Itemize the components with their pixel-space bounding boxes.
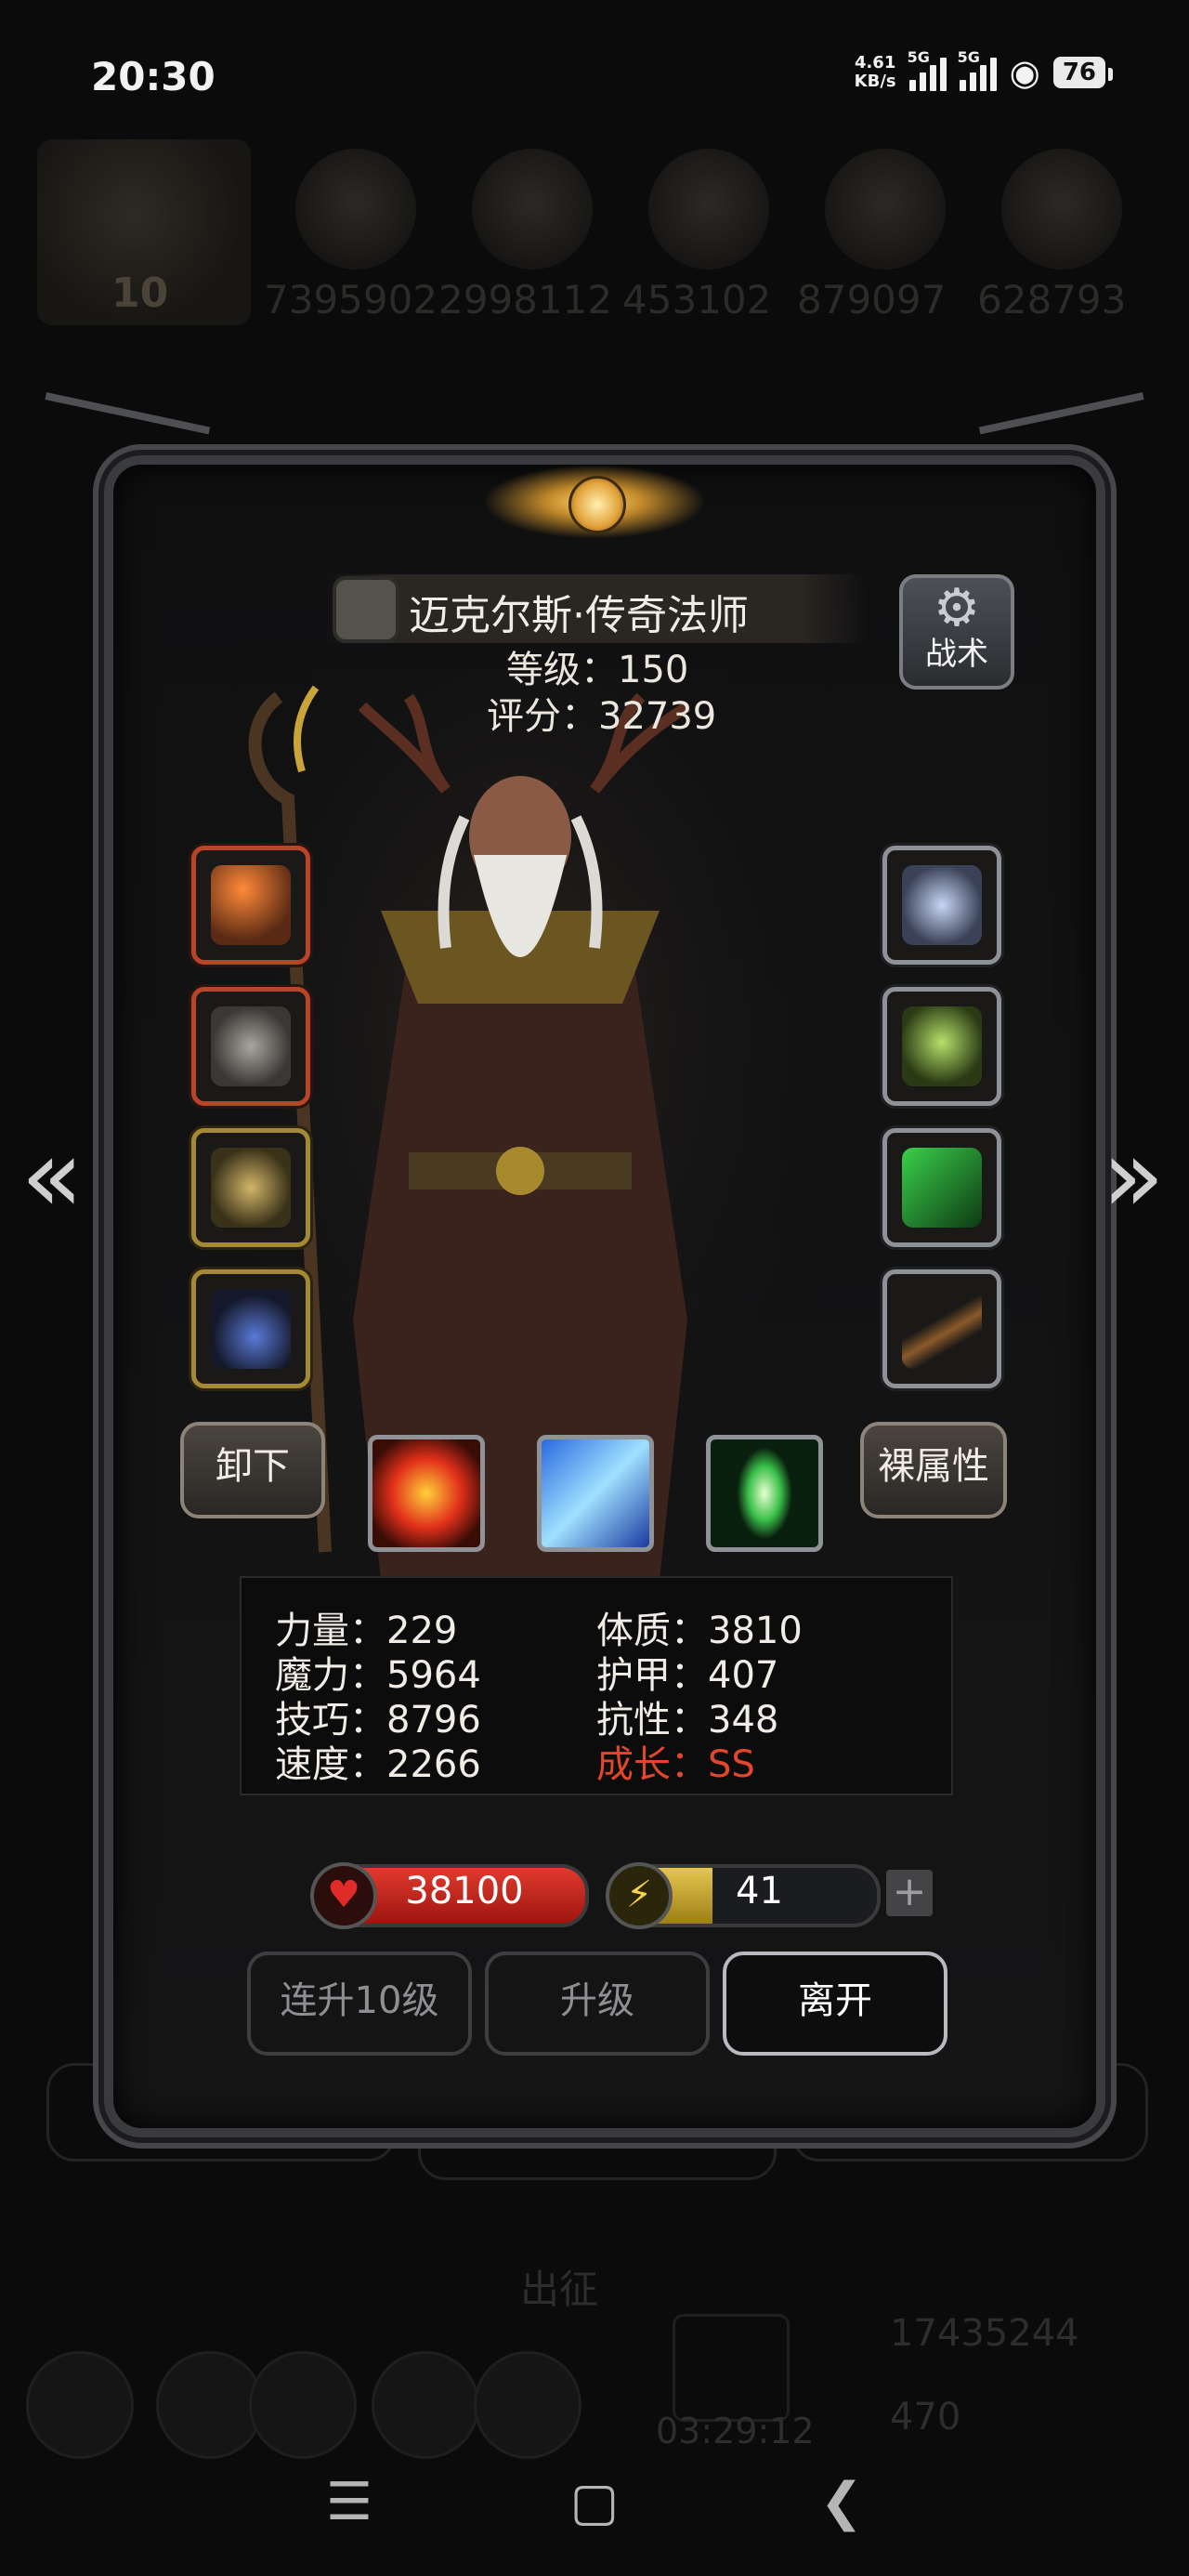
equip-slot-book[interactable] — [882, 1128, 1001, 1247]
frost-skill-icon[interactable] — [537, 1435, 654, 1552]
ring-icon — [902, 865, 982, 945]
cell-signal-icon-2: 5G — [958, 48, 997, 91]
armor-icon — [211, 1006, 291, 1086]
emblem-star-icon — [568, 476, 626, 533]
heart-icon: ♥ — [310, 1862, 377, 1929]
resource-value: 453102 — [622, 277, 772, 322]
menu-icon — [372, 2351, 479, 2459]
hero-rank-badge-icon — [333, 576, 399, 643]
level-up-10-button[interactable]: 连升10级 — [247, 1952, 472, 2056]
nature-skill-icon[interactable] — [706, 1435, 823, 1552]
menu-icon — [156, 2351, 264, 2459]
resource-icon — [472, 149, 593, 269]
hero-name: 迈克尔斯·传奇法师 — [409, 592, 749, 639]
background-resource-bar: 10 7395902 2998112 453102 879097 628793 — [19, 130, 1170, 335]
leave-button[interactable]: 离开 — [723, 1952, 947, 2056]
previous-hero-arrow-icon[interactable]: « — [15, 1115, 89, 1236]
back-nav-icon[interactable]: ❮ — [795, 2472, 888, 2532]
gold-amount: 17435244 — [890, 2312, 1079, 2355]
net-speed: 4.61 KB/s — [854, 53, 896, 91]
frame-ornament — [31, 392, 211, 498]
menu-nav-icon[interactable]: ☰ — [303, 2472, 396, 2532]
equip-slot-pipe[interactable] — [882, 1269, 1001, 1388]
resource-icon — [1001, 149, 1122, 269]
crystal-icon — [902, 1006, 982, 1086]
equip-slot-ring[interactable] — [882, 846, 1001, 965]
tactics-label: 战术 — [925, 636, 988, 673]
pipe-icon — [902, 1289, 982, 1369]
resource-value: 7395902 — [264, 277, 438, 322]
lightning-icon: ⚡ — [606, 1862, 673, 1929]
status-time: 20:30 — [91, 54, 216, 99]
hp-value: 38100 — [405, 1870, 524, 1912]
gear-icon: ⚙ — [933, 578, 981, 638]
unequip-button[interactable]: 卸下 — [180, 1422, 325, 1518]
battery-indicator: 76 — [1052, 57, 1114, 88]
equip-slot-armor[interactable] — [191, 987, 310, 1106]
home-nav-icon[interactable]: ▢ — [548, 2472, 641, 2532]
resource-icon — [295, 149, 416, 269]
hero-score: 评分：32739 — [487, 695, 717, 738]
gem-amount: 470 — [890, 2396, 961, 2438]
medallion-icon — [211, 1148, 291, 1228]
resource-icon — [825, 149, 946, 269]
chest-timer: 03:29:12 — [656, 2411, 815, 2451]
equip-slot-weapon[interactable] — [191, 846, 310, 965]
status-icons: 4.61 KB/s 5G 5G ◉ 76 — [854, 48, 1114, 93]
expedition-label: 出征 — [520, 2267, 599, 2312]
wifi-icon: ◉ — [1009, 52, 1040, 93]
stat-growth: 成长：SS — [596, 1743, 755, 1786]
menu-icon — [249, 2351, 357, 2459]
resource-value: 2998112 — [438, 277, 613, 322]
menu-icon — [26, 2351, 134, 2459]
staff-weapon-icon — [211, 865, 291, 945]
necklace-icon — [211, 1289, 291, 1369]
equip-slot-gem[interactable] — [882, 987, 1001, 1106]
stats-panel: 力量：229 魔力：5964 技巧：8796 速度：2266 体质：3810 护… — [240, 1576, 953, 1795]
resource-icon — [648, 149, 769, 269]
tactics-button[interactable]: ⚙ 战术 — [899, 574, 1014, 690]
base-attributes-button[interactable]: 裸属性 — [860, 1422, 1007, 1518]
fire-skill-icon[interactable] — [368, 1435, 485, 1552]
player-level: 10 — [111, 269, 169, 317]
add-energy-button[interactable]: + — [886, 1870, 933, 1916]
equip-slot-amulet[interactable] — [191, 1128, 310, 1247]
spellbook-icon — [902, 1148, 982, 1228]
stat-speed: 速度：2266 — [275, 1743, 481, 1786]
frame-ornament — [978, 392, 1158, 498]
menu-icon — [474, 2351, 581, 2459]
chest-icon — [673, 2314, 790, 2422]
level-up-button[interactable]: 升级 — [485, 1952, 710, 2056]
next-hero-arrow-icon[interactable]: » — [1096, 1115, 1170, 1236]
equip-slot-necklace[interactable] — [191, 1269, 310, 1388]
energy-value: 41 — [736, 1870, 783, 1912]
resource-value: 879097 — [797, 277, 947, 322]
cell-signal-icon: 5G — [908, 48, 947, 91]
resource-value: 628793 — [977, 277, 1127, 322]
